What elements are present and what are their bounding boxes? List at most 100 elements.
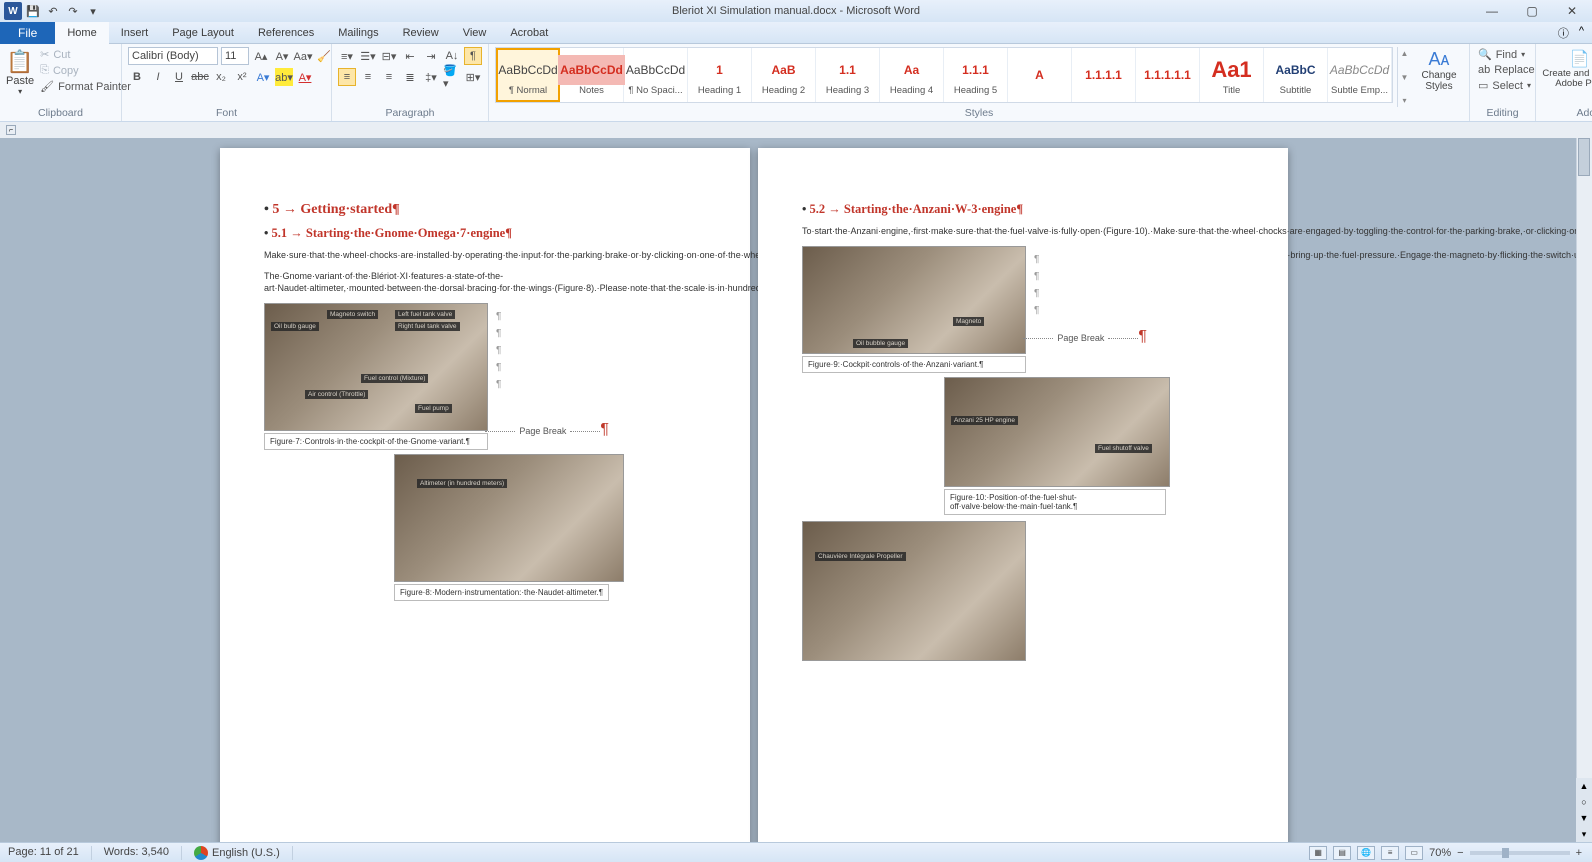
shading-button[interactable]: 🪣▾ [443,68,461,86]
zoom-thumb[interactable] [1502,848,1509,858]
tab-view[interactable]: View [451,22,499,44]
document-area[interactable]: 5 → Getting·started¶ 5.1 → Starting·the·… [0,138,1592,842]
line-spacing-button[interactable]: ‡▾ [422,68,440,86]
cut-button[interactable]: ✂Cut [38,47,133,62]
sort-button[interactable]: A↓ [443,47,461,65]
language-indicator[interactable]: English (U.S.) [194,846,293,860]
quick-access-toolbar: W 💾 ↶ ↷ ▾ [0,2,102,20]
copy-button[interactable]: ⎘Copy [38,63,133,78]
clear-formatting-button[interactable]: 🧹 [315,47,333,65]
full-screen-view-button[interactable]: ▤ [1333,846,1351,860]
browse-object-button[interactable]: ○ [1576,794,1592,810]
font-size-combo[interactable]: 11 [221,47,249,65]
style-item-¶ No Spaci...[interactable]: AaBbCcDd¶ No Spaci... [624,48,688,102]
shrink-font-button[interactable]: A▾ [273,47,291,65]
gallery-scroll[interactable]: ▲▼▾ [1397,47,1411,107]
prev-page-button[interactable]: ▲ [1576,778,1592,794]
minimize-button[interactable]: — [1472,0,1512,22]
word-count[interactable]: Words: 3,540 [104,846,182,860]
save-button[interactable]: 💾 [24,2,42,20]
group-paragraph: ≡▾ ☰▾ ⊟▾ ⇤ ⇥ A↓ ¶ ≡ ≡ ≡ ≣ ‡▾ 🪣▾ ⊞▾ [332,44,489,121]
print-layout-view-button[interactable]: ▦ [1309,846,1327,860]
adobe-label: Adobe Acrobat [1542,107,1592,121]
increase-indent-button[interactable]: ⇥ [422,47,440,65]
font-color-button[interactable]: A▾ [296,68,314,86]
change-case-button[interactable]: Aa▾ [294,47,312,65]
tab-review[interactable]: Review [391,22,451,44]
justify-button[interactable]: ≣ [401,68,419,86]
subscript-button[interactable]: x₂ [212,68,230,86]
scroll-down-button[interactable]: ▾ [1576,826,1592,842]
tab-references[interactable]: References [246,22,326,44]
window-title: Bleriot XI Simulation manual.docx - Micr… [672,5,920,17]
zoom-level[interactable]: 70% [1429,847,1451,859]
text-effects-button[interactable]: A▾ [254,68,272,86]
undo-button[interactable]: ↶ [44,2,62,20]
group-editing: 🔍Find▾ abReplace ▭Select▾ Editing [1470,44,1536,121]
maximize-button[interactable]: ▢ [1512,0,1552,22]
superscript-button[interactable]: x² [233,68,251,86]
tab-home[interactable]: Home [55,22,108,44]
replace-button[interactable]: abReplace [1476,63,1537,77]
borders-button[interactable]: ⊞▾ [464,68,482,86]
style-item-Heading 1[interactable]: 1Heading 1 [688,48,752,102]
qat-more-button[interactable]: ▾ [84,2,102,20]
find-button[interactable]: 🔍Find▾ [1476,47,1537,62]
style-item-Title[interactable]: Aa1Title [1200,48,1264,102]
align-center-button[interactable]: ≡ [359,68,377,86]
close-button[interactable]: ✕ [1552,0,1592,22]
outline-view-button[interactable]: ≡ [1381,846,1399,860]
bullets-button[interactable]: ≡▾ [338,47,356,65]
style-item-Subtitle[interactable]: AaBbCSubtitle [1264,48,1328,102]
web-layout-view-button[interactable]: 🌐 [1357,846,1375,860]
zoom-out-button[interactable]: − [1457,847,1463,859]
style-item-10[interactable]: 1.1.1.1.1 [1136,48,1200,102]
zoom-slider[interactable] [1470,851,1570,855]
style-item-Heading 5[interactable]: 1.1.1Heading 5 [944,48,1008,102]
collapse-ribbon-button[interactable]: ^ [1579,25,1584,41]
style-item-9[interactable]: 1.1.1.1 [1072,48,1136,102]
tab-file[interactable]: File [0,22,55,44]
tab-selector[interactable]: ⌐ [6,125,16,135]
font-name-combo[interactable]: Calibri (Body) [128,47,218,65]
align-right-button[interactable]: ≡ [380,68,398,86]
bold-button[interactable]: B [128,68,146,86]
style-item-Heading 4[interactable]: AaHeading 4 [880,48,944,102]
styles-gallery[interactable]: AaBbCcDd¶ NormalAaBbCcDdNotesAaBbCcDd¶ N… [495,47,1393,103]
tab-insert[interactable]: Insert [109,22,161,44]
underline-button[interactable]: U [170,68,188,86]
replace-icon: ab [1478,64,1490,76]
draft-view-button[interactable]: ▭ [1405,846,1423,860]
style-item-Notes[interactable]: AaBbCcDdNotes [560,48,624,102]
zoom-in-button[interactable]: + [1576,847,1582,859]
page-indicator[interactable]: Page: 11 of 21 [8,846,92,860]
highlight-button[interactable]: ab▾ [275,68,293,86]
help-icon[interactable]: ⓘ [1558,25,1569,41]
redo-button[interactable]: ↷ [64,2,82,20]
style-item-8[interactable]: A [1008,48,1072,102]
paste-button[interactable]: 📋 Paste ▾ [6,47,34,96]
strikethrough-button[interactable]: abc [191,68,209,86]
style-item-Subtle Emp...[interactable]: AaBbCcDdSubtle Emp... [1328,48,1392,102]
format-painter-button[interactable]: 🖌Format Painter [38,79,133,94]
grow-font-button[interactable]: A▴ [252,47,270,65]
decrease-indent-button[interactable]: ⇤ [401,47,419,65]
select-button[interactable]: ▭Select▾ [1476,78,1537,93]
change-styles-button[interactable]: Aᴀ Change Styles [1415,47,1463,107]
align-left-button[interactable]: ≡ [338,68,356,86]
italic-button[interactable]: I [149,68,167,86]
style-item-¶ Normal[interactable]: AaBbCcDd¶ Normal [496,48,560,102]
create-share-pdf-button[interactable]: 📄 Create and Share Adobe PDF [1542,47,1592,90]
style-item-Heading 2[interactable]: AaBHeading 2 [752,48,816,102]
show-hide-paragraph-button[interactable]: ¶ [464,47,482,65]
tab-mailings[interactable]: Mailings [326,22,390,44]
next-page-button[interactable]: ▼ [1576,810,1592,826]
word-icon: W [4,2,22,20]
style-item-Heading 3[interactable]: 1.1Heading 3 [816,48,880,102]
tab-page-layout[interactable]: Page Layout [160,22,246,44]
numbering-button[interactable]: ☰▾ [359,47,377,65]
multilevel-button[interactable]: ⊟▾ [380,47,398,65]
scroll-thumb[interactable] [1578,138,1590,176]
vertical-scrollbar[interactable]: ▲ ○ ▼ ▾ [1576,138,1592,842]
tab-acrobat[interactable]: Acrobat [498,22,560,44]
